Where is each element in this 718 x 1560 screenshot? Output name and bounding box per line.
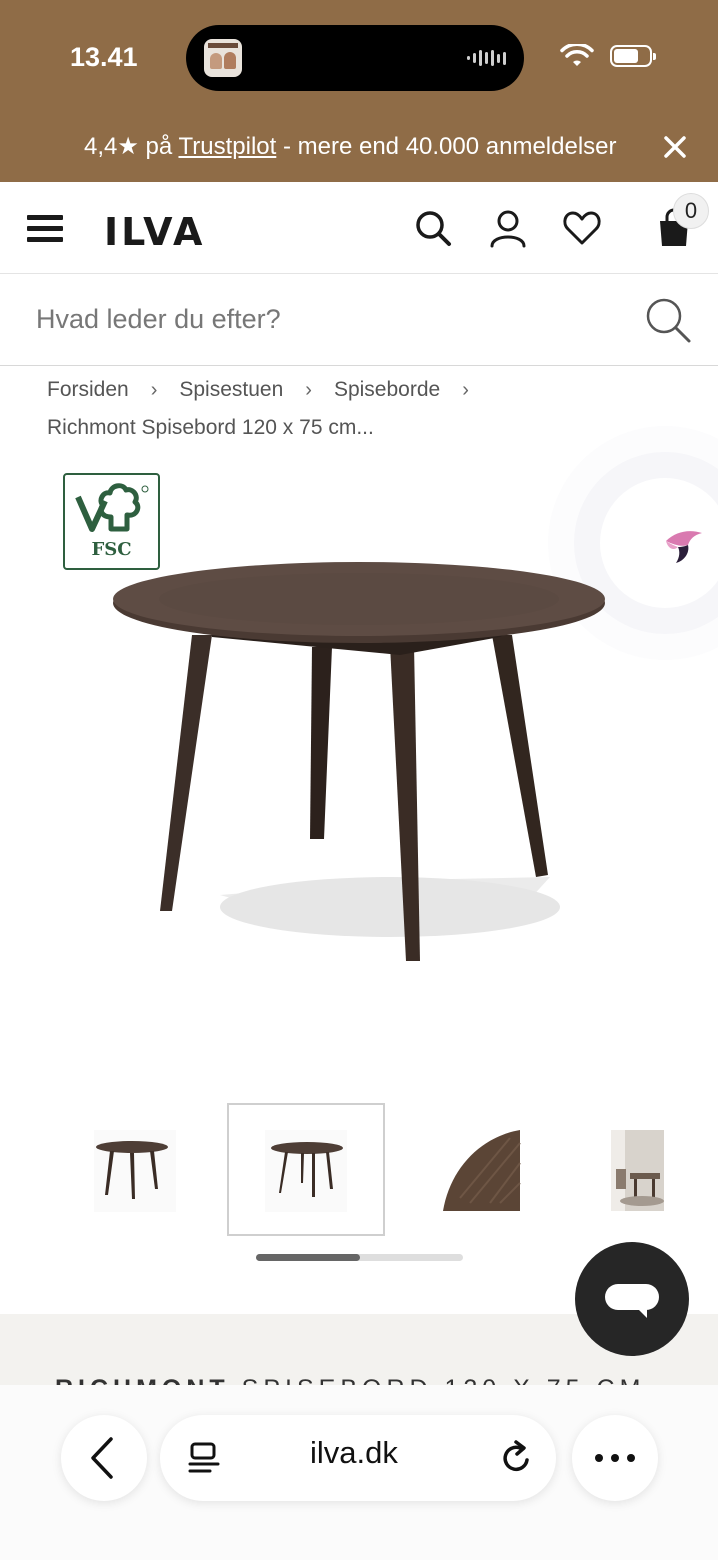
site-header: ILVA: [0, 182, 718, 274]
back-chevron-icon: [91, 1437, 113, 1479]
breadcrumb-spisestuen[interactable]: Spisestuen: [179, 378, 283, 402]
heart-icon[interactable]: [562, 208, 602, 248]
search-icon[interactable]: [413, 208, 453, 248]
close-icon[interactable]: [660, 132, 690, 162]
menu-icon[interactable]: [27, 215, 63, 243]
chat-bubble-icon: [605, 1284, 659, 1318]
thumbnail-2-selected[interactable]: [227, 1103, 385, 1236]
gallery-scroll-fill: [256, 1254, 360, 1261]
wifi-icon: [560, 44, 594, 66]
more-dots-icon: [595, 1454, 635, 1462]
promo-text: - mere end 40.000 anmeldelser: [282, 133, 617, 160]
thumbnail-1[interactable]: [58, 1103, 216, 1236]
more-options-button[interactable]: [572, 1415, 658, 1501]
podcast-cover-icon: [204, 39, 242, 77]
breadcrumb-current: Richmont Spisebord 120 x 75 cm...: [47, 416, 374, 439]
back-button[interactable]: [61, 1415, 147, 1501]
breadcrumb-separator: ›: [462, 378, 469, 401]
reader-mode-icon[interactable]: [184, 1438, 224, 1478]
dynamic-island[interactable]: [186, 25, 524, 91]
thumbnail-4[interactable]: [572, 1103, 718, 1236]
search-placeholder: Hvad leder du efter?: [36, 304, 281, 334]
audio-wave-icon: [467, 49, 506, 67]
promo-rating: 4,4★ på: [84, 133, 173, 160]
assistant-bird-icon[interactable]: [664, 523, 706, 563]
thumbnail-3[interactable]: [400, 1103, 558, 1236]
chat-button[interactable]: [575, 1242, 689, 1356]
gallery-scroll-indicator: [256, 1254, 463, 1261]
breadcrumb-separator: ›: [150, 378, 158, 401]
trustpilot-link[interactable]: Trustpilot: [178, 133, 276, 160]
status-icons: [560, 44, 656, 68]
search-submit-icon[interactable]: [644, 296, 692, 344]
search-field[interactable]: Hvad leder du efter?: [0, 274, 718, 366]
account-icon[interactable]: [488, 208, 528, 248]
ilva-logo[interactable]: ILVA: [104, 210, 205, 254]
browser-toolbar: ilva.dk: [0, 1385, 718, 1560]
breadcrumb-spiseborde[interactable]: Spiseborde: [334, 378, 440, 402]
top-banner: 13.41 4,4★ på Trustpilot - mere end 40.0…: [0, 0, 718, 182]
battery-icon: [610, 45, 656, 67]
breadcrumb-forsiden[interactable]: Forsiden: [47, 378, 129, 402]
cart-count-badge[interactable]: 0: [673, 193, 709, 229]
fsc-tree-icon: [75, 483, 149, 532]
address-bar[interactable]: ilva.dk: [160, 1415, 556, 1501]
url-text[interactable]: ilva.dk: [310, 1435, 410, 1471]
product-table-image[interactable]: [100, 555, 620, 975]
reload-icon[interactable]: [496, 1438, 536, 1478]
image-thumbnails: [0, 1103, 718, 1238]
trustpilot-promo: 4,4★ på Trustpilot - mere end 40.000 anm…: [84, 132, 617, 161]
breadcrumb-separator: ›: [305, 378, 312, 401]
status-time: 13.41: [70, 42, 138, 72]
breadcrumb: Forsiden › Spisestuen › Spiseborde › Ric…: [47, 377, 491, 440]
